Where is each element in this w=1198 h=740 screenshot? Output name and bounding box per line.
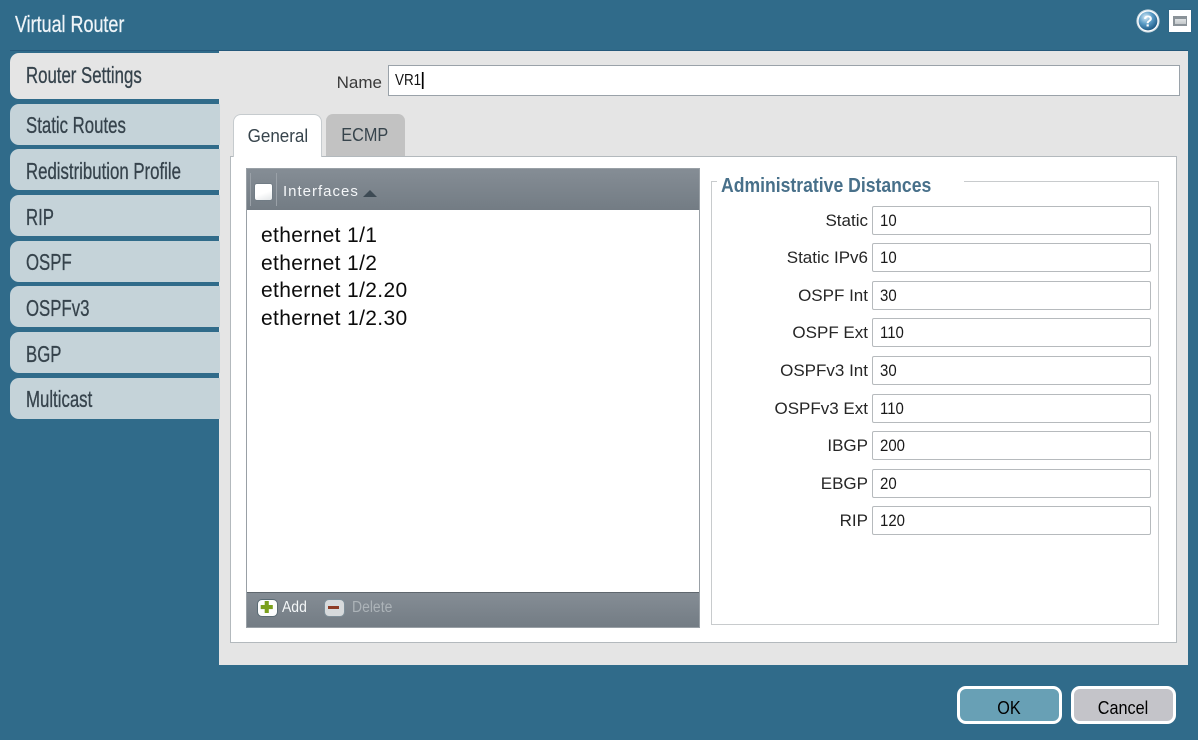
- svg-text:?: ?: [1143, 14, 1152, 31]
